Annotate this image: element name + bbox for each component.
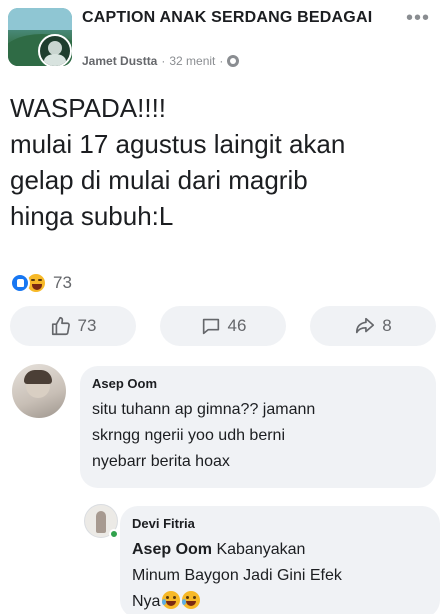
meta-separator: · (161, 54, 166, 68)
reactions-summary[interactable]: 73 (10, 272, 72, 294)
comment-button[interactable]: 46 (160, 306, 286, 346)
share-button[interactable]: 8 (310, 306, 436, 346)
reply-item: Devi Fitria Asep Oom Kabanyakan Minum Ba… (84, 504, 440, 614)
post-text-line: WASPADA!!!! (10, 93, 167, 123)
post-time[interactable]: 32 menit (169, 54, 215, 68)
share-count: 8 (382, 316, 392, 335)
haha-mouth (32, 284, 42, 290)
like-icon (10, 273, 30, 293)
replier-name[interactable]: Devi Fitria (132, 516, 428, 531)
post-actions: 73 46 8 (10, 306, 436, 346)
comment-item: Asep Oom situ tuhann ap gimna?? jamann s… (10, 364, 440, 494)
reply-text-line: Nya (132, 589, 428, 614)
crying-laughing-emoji (182, 591, 201, 609)
online-status-dot (109, 529, 119, 539)
post-text-line: gelap di mulai dari magrib (10, 165, 308, 195)
comment-bubble-icon (202, 318, 219, 335)
post-header: CAPTION ANAK SERDANG BEDAGAI Jamet Dustt… (0, 0, 444, 84)
commenter-avatar-hair (24, 370, 52, 384)
post-text-line: mulai 17 agustus laingit akan (10, 129, 346, 159)
reply-text-line: Asep Oom Kabanyakan (132, 537, 428, 563)
commenter-name[interactable]: Asep Oom (92, 376, 424, 391)
share-arrow-icon (356, 317, 375, 334)
haha-eye (38, 279, 42, 281)
tears-of-joy-emoji (162, 591, 181, 609)
thumbs-up-icon (51, 316, 70, 336)
like-button[interactable]: 73 (10, 306, 136, 346)
post-text-line: hinga subuh:L (10, 201, 174, 231)
author-avatar-face (48, 41, 62, 55)
meta-separator: · (219, 54, 224, 68)
reply-text-fragment: Nya (132, 593, 161, 610)
reaction-count: 73 (53, 273, 72, 292)
comment-text-line: skrngg ngerii yoo udh berni (92, 427, 286, 444)
group-avatar-sky (8, 8, 72, 30)
more-options-icon[interactable]: ••• (406, 8, 430, 28)
reply-mention[interactable]: Asep Oom (132, 541, 212, 558)
comment-count: 46 (227, 316, 247, 335)
haha-eye (31, 279, 35, 281)
reply-text: Asep Oom Kabanyakan Minum Baygon Jadi Gi… (132, 537, 428, 614)
group-name[interactable]: CAPTION ANAK SERDANG BEDAGAI (82, 8, 382, 28)
comment-text: situ tuhann ap gimna?? jamann skrngg nge… (92, 397, 424, 475)
comment-text-line: nyebarr berita hoax (92, 453, 230, 470)
comment-text-line: situ tuhann ap gimna?? jamann (92, 401, 316, 418)
commenter-avatar[interactable] (12, 364, 66, 418)
reply-text-line: Minum Baygon Jadi Gini Efek (132, 567, 342, 584)
post-body: WASPADA!!!! mulai 17 agustus laingit aka… (10, 90, 440, 234)
author-avatar-body (44, 54, 66, 66)
reply-text-fragment: Kabanyakan (212, 541, 306, 558)
post-author[interactable]: Jamet Dustta (82, 54, 157, 68)
author-avatar[interactable] (38, 34, 72, 68)
like-count: 73 (77, 316, 97, 335)
comment-bubble[interactable]: Asep Oom situ tuhann ap gimna?? jamann s… (80, 366, 436, 488)
replier-avatar-figure (96, 511, 106, 533)
privacy-globe-icon (227, 55, 240, 67)
post-meta: Jamet Dustta · 32 menit · (82, 54, 240, 68)
reply-bubble[interactable]: Devi Fitria Asep Oom Kabanyakan Minum Ba… (120, 506, 440, 614)
